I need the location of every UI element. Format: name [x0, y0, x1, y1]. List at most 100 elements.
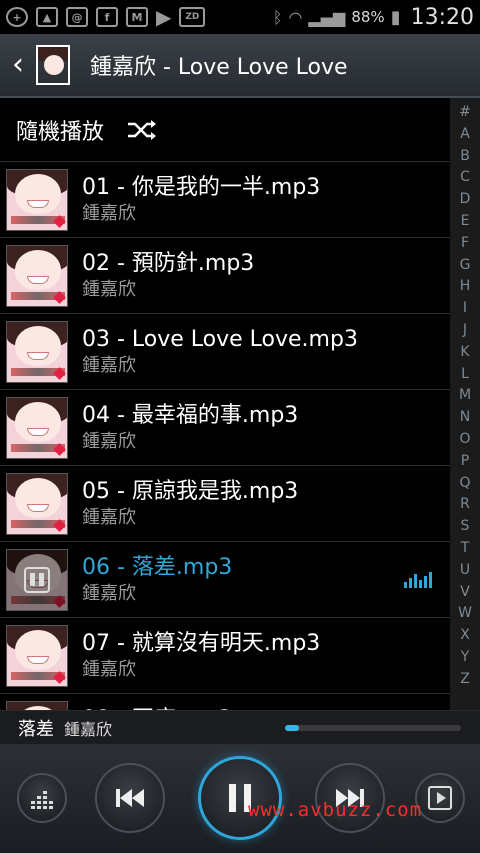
track-title: 04 - 最幸福的事.mp3 — [82, 402, 299, 428]
index-letter[interactable]: O — [459, 429, 470, 451]
playing-overlay — [7, 549, 67, 610]
zd-icon: ZD — [179, 7, 206, 27]
album-art — [6, 624, 68, 687]
watermark: www.avbuzz.com — [248, 799, 423, 821]
progress-fill — [285, 725, 300, 731]
index-letter[interactable]: V — [460, 582, 470, 604]
track-artist: 鍾嘉欣 — [82, 430, 136, 452]
battery-percent: 88% — [351, 8, 385, 26]
index-letter[interactable]: S — [461, 516, 470, 538]
index-letter[interactable]: J — [463, 320, 467, 342]
playback-controls: www.avbuzz.com — [0, 744, 480, 853]
gmail-icon: M — [126, 7, 148, 27]
play-notification-icon: ▶ — [156, 5, 172, 29]
index-letter[interactable]: # — [459, 102, 471, 124]
track-artist: 鍾嘉欣 — [82, 658, 136, 680]
track-row[interactable]: 05 - 原諒我是我.mp3 鍾嘉欣 — [0, 466, 450, 542]
index-letter[interactable]: Y — [461, 647, 470, 669]
notification-icons: + ▲ @ f M ▶ ZD — [6, 5, 206, 29]
track-title: 05 - 原諒我是我.mp3 — [82, 478, 299, 504]
equalizer-button[interactable] — [17, 773, 67, 823]
track-row[interactable]: 04 - 最幸福的事.mp3 鍾嘉欣 — [0, 390, 450, 466]
previous-button[interactable] — [95, 763, 165, 833]
status-bar: + ▲ @ f M ▶ ZD ᛒ ◠ ▂▄▆ 88% ▮ 13:20 — [0, 0, 480, 34]
shuffle-label: 隨機播放 — [16, 119, 105, 145]
image-icon: ▲ — [36, 7, 58, 27]
now-playing-artist: 鍾嘉欣 — [64, 719, 113, 739]
index-letter[interactable]: F — [461, 233, 469, 255]
signal-icon: ▂▄▆ — [308, 7, 346, 27]
album-art — [6, 244, 68, 307]
album-art — [6, 472, 68, 535]
index-letter[interactable]: B — [460, 146, 470, 168]
index-letter[interactable]: G — [460, 255, 471, 277]
album-title: 鍾嘉欣 - Love Love Love — [90, 55, 348, 80]
now-playing-screen-button[interactable] — [415, 773, 465, 823]
track-artist: 鍾嘉欣 — [82, 278, 136, 300]
next-button[interactable] — [315, 763, 385, 833]
track-title: 03 - Love Love Love.mp3 — [82, 326, 358, 352]
index-letter[interactable]: M — [459, 385, 471, 407]
pause-icon — [24, 566, 50, 593]
now-playing-bar[interactable]: 落差 鍾嘉欣 — [0, 710, 480, 744]
index-letter[interactable]: P — [461, 451, 469, 473]
playing-equalizer-icon — [404, 572, 432, 588]
back-icon[interactable]: ‹ — [0, 33, 36, 97]
track-title: 06 - 落差.mp3 — [82, 554, 233, 580]
index-letter[interactable]: I — [463, 298, 467, 320]
track-row[interactable]: 08 - 再度.mp3鍾嘉欣 — [0, 694, 450, 710]
track-artist: 鍾嘉欣 — [82, 202, 136, 224]
facebook-icon: f — [96, 7, 118, 27]
index-letter[interactable]: Z — [460, 669, 470, 691]
system-icons: ᛒ ◠ ▂▄▆ 88% ▮ 13:20 — [273, 5, 474, 30]
track-row[interactable]: 01 - 你是我的一半.mp3 鍾嘉欣 — [0, 162, 450, 238]
index-letter[interactable]: H — [460, 276, 471, 298]
shuffle-icon — [128, 119, 157, 140]
album-art — [6, 700, 68, 710]
track-row[interactable]: 02 - 預防針.mp3 鍾嘉欣 — [0, 238, 450, 314]
wifi-icon: ◠ — [288, 7, 303, 27]
album-art — [6, 396, 68, 459]
index-letter[interactable]: T — [461, 538, 470, 560]
progress-bar[interactable] — [285, 725, 461, 731]
track-title: 07 - 就算沒有明天.mp3 — [82, 630, 321, 656]
index-letter[interactable]: W — [458, 603, 472, 625]
index-letter[interactable]: U — [460, 560, 470, 582]
mail-at-icon: @ — [66, 7, 88, 27]
bluetooth-icon: ᛒ — [272, 7, 283, 27]
index-letter[interactable]: C — [460, 167, 470, 189]
index-letter[interactable]: K — [460, 342, 469, 364]
track-list[interactable]: 01 - 你是我的一半.mp3 鍾嘉欣 02 - 預防針.mp3 鍾嘉欣 03 - Lo… — [0, 162, 450, 710]
battery-icon: ▮ — [390, 6, 401, 28]
track-row[interactable]: 03 - Love Love Love.mp3 鍾嘉欣 — [0, 314, 450, 390]
index-letter[interactable]: A — [460, 124, 470, 146]
index-letter[interactable]: E — [461, 211, 470, 233]
track-artist: 鍾嘉欣 — [82, 506, 136, 528]
track-row[interactable]: 06 - 落差.mp3 鍾嘉欣 — [0, 542, 450, 618]
equalizer-icon — [31, 791, 53, 809]
alphabet-index[interactable]: # A B C D E F G H I J K L M N O P Q R S T U V W X Y Z — [450, 98, 480, 710]
shuffle-play-row[interactable]: 隨機播放 — [0, 98, 450, 162]
music-player-screen: + ▲ @ f M ▶ ZD ᛒ ◠ ▂▄▆ 88% ▮ 13:20 ‹ 鍾嘉欣… — [0, 0, 480, 853]
clock: 13:20 — [410, 4, 474, 30]
track-row[interactable]: 07 - 就算沒有明天.mp3 鍾嘉欣 — [0, 618, 450, 694]
album-thumbnail — [36, 45, 70, 85]
add-icon: + — [6, 7, 28, 27]
index-letter[interactable]: N — [460, 407, 470, 429]
track-artist: 鍾嘉欣 — [82, 354, 136, 376]
album-art — [6, 548, 68, 611]
album-header: ‹ 鍾嘉欣 - Love Love Love — [0, 34, 480, 98]
track-artist: 鍾嘉欣 — [82, 582, 136, 604]
index-letter[interactable]: L — [461, 364, 469, 386]
play-screen-icon — [428, 786, 452, 810]
index-letter[interactable]: Q — [459, 473, 470, 495]
track-title: 01 - 你是我的一半.mp3 — [82, 174, 321, 200]
previous-icon — [116, 789, 144, 807]
index-letter[interactable]: D — [460, 189, 471, 211]
index-letter[interactable]: R — [460, 494, 470, 516]
pause-button[interactable] — [198, 756, 282, 840]
index-letter[interactable]: X — [460, 625, 470, 647]
album-art — [6, 168, 68, 231]
now-playing-title: 落差 — [18, 718, 54, 740]
album-art — [6, 320, 68, 383]
